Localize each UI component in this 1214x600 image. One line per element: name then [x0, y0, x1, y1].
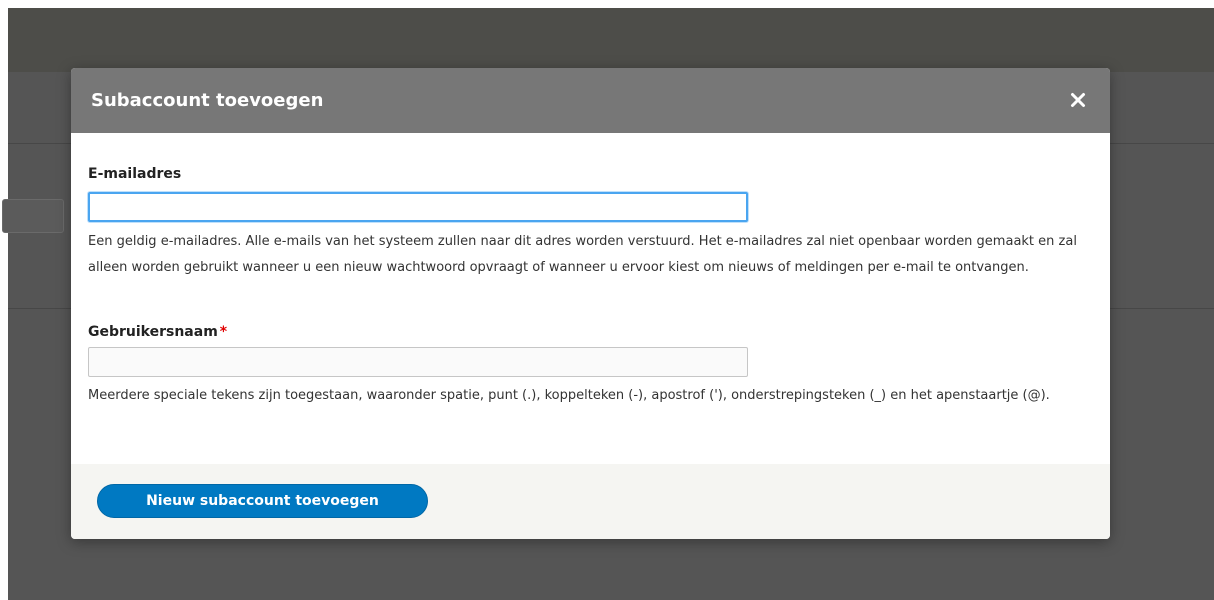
- background-toolbar: [8, 8, 1214, 72]
- dialog-title: Subaccount toevoegen: [91, 90, 324, 111]
- close-icon: [1064, 86, 1092, 114]
- dialog-footer: Nieuw subaccount toevoegen: [71, 464, 1110, 539]
- username-field[interactable]: [88, 347, 748, 377]
- username-description: Meerdere speciale tekens zijn toegestaan…: [88, 388, 1050, 403]
- email-description: Een geldig e-mailadres. Alle e-mails van…: [88, 234, 1077, 275]
- email-field[interactable]: [88, 192, 748, 222]
- username-label-text: Gebruikersnaam: [88, 324, 218, 340]
- username-label: Gebruikersnaam *: [88, 324, 227, 340]
- required-marker: *: [219, 324, 228, 340]
- email-label: E-mailadres: [88, 166, 182, 182]
- add-subaccount-button[interactable]: Nieuw subaccount toevoegen: [97, 484, 428, 518]
- add-subaccount-dialog: Subaccount toevoegen E-mailadres Een gel…: [71, 68, 1110, 539]
- dialog-header: Subaccount toevoegen: [71, 68, 1110, 133]
- background-input: [2, 199, 64, 233]
- close-button[interactable]: [1064, 86, 1092, 114]
